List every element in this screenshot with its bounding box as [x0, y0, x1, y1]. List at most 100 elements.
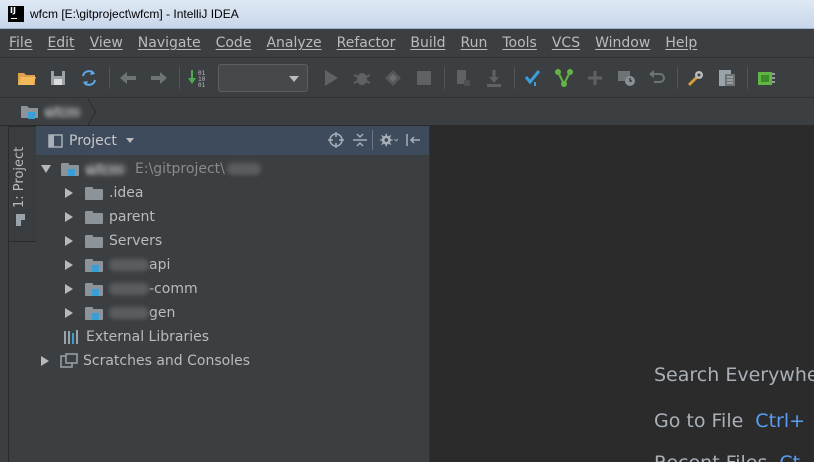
project-view-icon: [48, 133, 63, 148]
panel-separator: [372, 130, 375, 150]
module-folder-icon: [85, 306, 103, 320]
menu-edit[interactable]: Edit: [47, 35, 74, 51]
stop-icon[interactable]: [413, 67, 435, 89]
debug-icon[interactable]: [351, 67, 373, 89]
menu-tools[interactable]: Tools: [502, 35, 537, 51]
menu-refactor[interactable]: Refactor: [337, 35, 396, 51]
tree-row-external-libraries[interactable]: External Libraries: [63, 325, 209, 349]
menu-build[interactable]: Build: [410, 35, 445, 51]
folder-icon: [85, 234, 103, 248]
project-tab-icon: [15, 212, 31, 232]
module-folder-icon: [85, 258, 103, 272]
tree-item-label: gen: [149, 305, 176, 321]
left-gutter: [9, 242, 36, 462]
view-selector-chevron-down-icon[interactable]: [125, 138, 134, 143]
root-module-name: wfcm: [85, 163, 127, 179]
hint-label: Go to File: [654, 410, 744, 432]
tree-row-api[interactable]: api: [65, 253, 170, 277]
panel-actions: [322, 130, 423, 150]
synchronize-icon[interactable]: [78, 67, 100, 89]
title-bar: wfcm [E:\gitproject\wfcm] - IntelliJ IDE…: [0, 0, 814, 29]
tree-item-label: Scratches and Consoles: [83, 353, 250, 369]
expand-arrow-icon[interactable]: [41, 356, 49, 366]
tree-row-gen[interactable]: gen: [65, 301, 175, 325]
tree-row-idea[interactable]: .idea: [65, 181, 143, 205]
tree-item-label: -comm: [149, 281, 198, 297]
project-tool-tab-label[interactable]: 1: Project: [12, 147, 27, 208]
toolbar-separator: [444, 66, 445, 89]
menu-bar: File Edit View Navigate Code Analyze Ref…: [0, 29, 814, 57]
toolbar-separator: [514, 66, 515, 89]
collapse-all-icon[interactable]: [350, 130, 370, 150]
toolbar-separator: [677, 66, 678, 89]
open-folder-icon[interactable]: [16, 67, 38, 89]
run-icon[interactable]: [320, 67, 342, 89]
tree-row-root[interactable]: wfcm E:\gitproject\: [41, 157, 261, 181]
menu-code[interactable]: Code: [216, 35, 252, 51]
forward-icon[interactable]: [148, 67, 170, 89]
back-icon[interactable]: [117, 67, 139, 89]
blurred-name: [109, 259, 149, 271]
navigation-bar: wfcm: [0, 97, 814, 126]
save-all-icon[interactable]: [47, 67, 69, 89]
project-structure-icon[interactable]: [716, 67, 738, 89]
menu-help[interactable]: Help: [665, 35, 697, 51]
gear-icon[interactable]: [379, 130, 399, 150]
menu-vcs[interactable]: VCS: [552, 35, 580, 51]
expand-arrow-icon[interactable]: [65, 284, 73, 294]
coverage-icon[interactable]: [382, 67, 404, 89]
vcs-commit-icon[interactable]: [553, 67, 575, 89]
menu-analyze[interactable]: Analyze: [266, 35, 321, 51]
build-project-icon[interactable]: 01 10 01: [187, 67, 209, 89]
left-tool-strip: [0, 126, 8, 462]
deploy-icon[interactable]: [483, 67, 505, 89]
project-panel-title[interactable]: Project: [69, 133, 117, 149]
window-title: wfcm [E:\gitproject\wfcm] - IntelliJ IDE…: [30, 7, 239, 21]
vcs-history-icon[interactable]: [615, 67, 637, 89]
tree-row-scratches[interactable]: Scratches and Consoles: [41, 349, 250, 373]
main-toolbar: 01 10 01: [0, 57, 814, 97]
menu-run[interactable]: Run: [461, 35, 488, 51]
svg-text:01: 01: [198, 82, 206, 88]
tree-row-comm[interactable]: -comm: [65, 277, 198, 301]
root-module-path: E:\gitproject\: [135, 161, 225, 177]
hint-recent-files: Recent Files Ct: [654, 452, 800, 462]
expand-arrow-icon[interactable]: [65, 260, 73, 270]
toolbar-separator: [747, 66, 748, 89]
tree-row-parent[interactable]: parent: [65, 205, 155, 229]
tree-item-label: .idea: [109, 185, 144, 201]
library-icon: [64, 330, 78, 344]
module-folder-icon: [21, 105, 38, 119]
project-panel: Project wfcm E:\gitproject\ .idea parent…: [36, 126, 429, 462]
blurred-name: [109, 307, 149, 319]
expand-arrow-icon[interactable]: [65, 308, 73, 318]
expand-arrow-icon[interactable]: [41, 165, 51, 173]
expand-arrow-icon[interactable]: [65, 236, 73, 246]
menu-window[interactable]: Window: [595, 35, 650, 51]
breadcrumb-separator: [87, 97, 98, 126]
menu-view[interactable]: View: [90, 35, 123, 51]
sdk-plugin-icon[interactable]: [755, 67, 777, 89]
hide-panel-icon[interactable]: [403, 130, 423, 150]
breadcrumb-label: wfcm: [44, 105, 82, 121]
hint-label: Recent Files: [654, 452, 767, 462]
project-panel-header: Project: [36, 126, 429, 155]
menu-file[interactable]: File: [9, 35, 32, 51]
folder-icon: [85, 210, 103, 224]
menu-navigate[interactable]: Navigate: [138, 35, 201, 51]
expand-arrow-icon[interactable]: [65, 188, 73, 198]
run-configuration-dropdown[interactable]: [218, 63, 308, 92]
settings-wrench-icon[interactable]: [685, 67, 707, 89]
attach-debugger-icon[interactable]: [452, 67, 474, 89]
vcs-revert-icon[interactable]: [646, 67, 668, 89]
tree-item-label: parent: [109, 209, 155, 225]
hint-label: Search Everywhere: [654, 364, 814, 386]
intellij-logo-icon: [8, 6, 24, 22]
tree-row-servers[interactable]: Servers: [65, 229, 162, 253]
scroll-from-source-icon[interactable]: [326, 130, 346, 150]
breadcrumb[interactable]: wfcm: [20, 97, 98, 126]
scratches-icon: [60, 353, 78, 368]
vcs-update-icon[interactable]: [522, 67, 544, 89]
expand-arrow-icon[interactable]: [65, 212, 73, 222]
vcs-compare-icon[interactable]: [584, 67, 606, 89]
